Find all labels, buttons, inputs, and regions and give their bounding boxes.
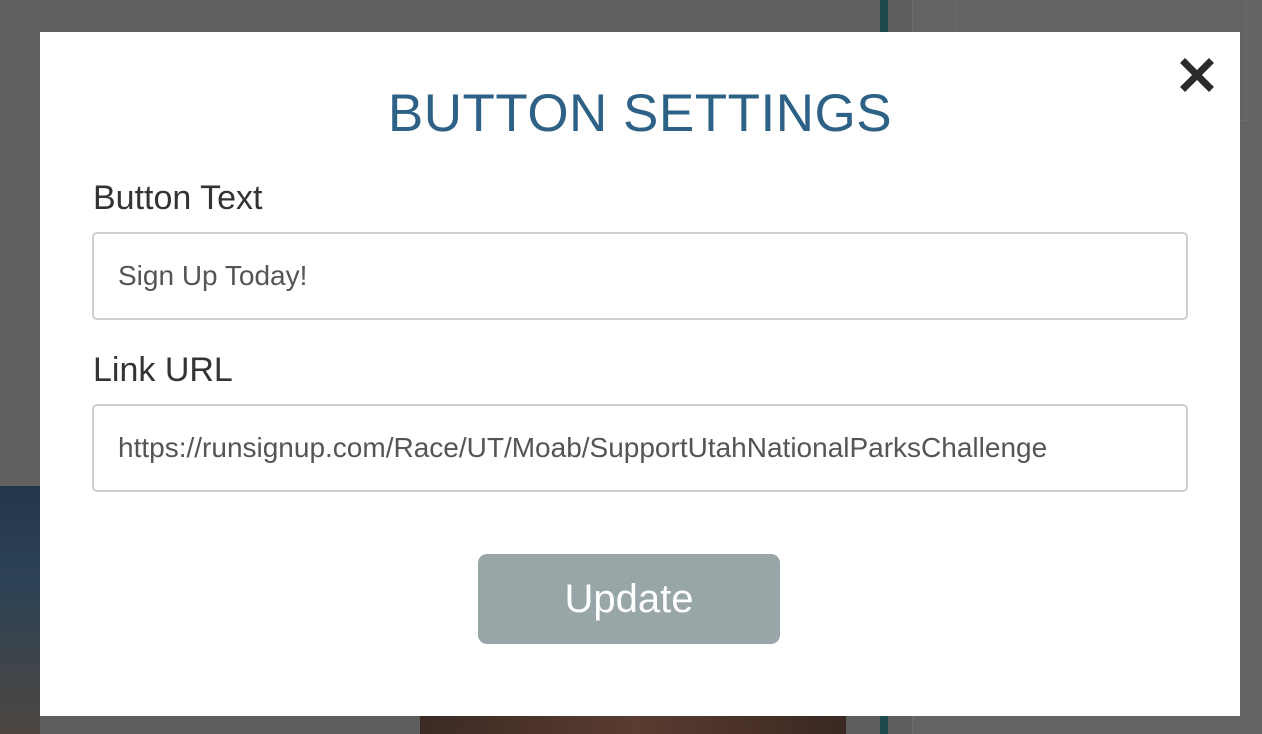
modal-title: BUTTON SETTINGS [387, 84, 893, 143]
link-url-label: Link URL [93, 351, 233, 389]
button-text-label: Button Text [93, 179, 263, 217]
update-button[interactable]: Update [478, 554, 780, 644]
button-settings-modal: BUTTON SETTINGS Button Text Link URL Upd… [40, 32, 1240, 716]
button-text-input[interactable] [92, 232, 1188, 320]
link-url-input[interactable] [92, 404, 1188, 492]
background-photo [420, 716, 846, 734]
background-photo [0, 486, 40, 734]
